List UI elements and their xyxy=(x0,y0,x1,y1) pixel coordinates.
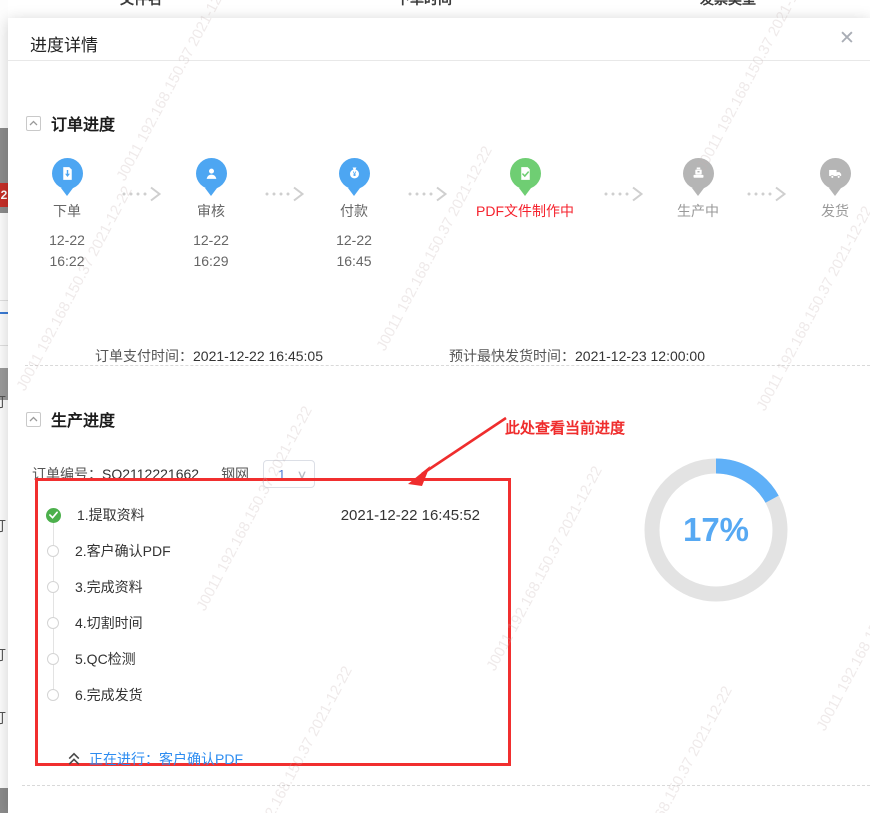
dashed-arrow-icon xyxy=(406,184,450,204)
user-icon xyxy=(196,158,227,189)
close-icon[interactable]: ✕ xyxy=(836,28,858,50)
step-label: 发货 xyxy=(765,201,870,221)
money-bag-icon: ¥ xyxy=(339,158,370,189)
production-checklist-box: 1.提取资料 2021-12-22 16:45:52 2.客户确认PDF 3.完… xyxy=(35,478,511,766)
double-chevron-up-icon[interactable] xyxy=(66,751,82,767)
current-step-row: 正在进行：客户确认PDF xyxy=(66,749,243,769)
collapse-toggle-icon[interactable] xyxy=(26,116,41,131)
production-progress-section-header: 生产进度 xyxy=(26,407,115,431)
machine-icon xyxy=(683,158,714,189)
bg-clipped-char: 订 xyxy=(0,645,8,665)
timeline-step-payment: ¥ 付款 12-2216:45 xyxy=(284,158,424,272)
empty-circle-icon xyxy=(47,581,59,593)
empty-circle-icon xyxy=(47,545,59,557)
timeline-step-place-order: 下单 12-2216:22 xyxy=(0,158,137,272)
progress-donut-chart: 17% xyxy=(636,450,796,610)
payment-time: 订单支付时间：2021-12-22 16:45:05 xyxy=(95,346,323,366)
bg-col-filename: 文件名 xyxy=(120,0,162,9)
bg-blue-line xyxy=(0,312,8,314)
production-step-label: 5.QC检测 xyxy=(75,649,136,669)
dashed-arrow-icon xyxy=(120,184,164,204)
production-step-row: 4.切割时间 xyxy=(38,613,508,633)
step-date: 12-2216:45 xyxy=(284,230,424,272)
production-step-label: 6.完成发货 xyxy=(75,685,143,705)
truck-icon xyxy=(820,158,851,189)
step-label: 生产中 xyxy=(628,201,768,221)
collapse-toggle-icon[interactable] xyxy=(26,412,41,427)
production-step-label: 3.完成资料 xyxy=(75,577,143,597)
production-step-label: 2.客户确认PDF xyxy=(75,541,171,561)
modal-title: 进度详情 xyxy=(30,31,98,56)
dashed-arrow-icon xyxy=(745,184,789,204)
step-date: 12-2216:29 xyxy=(141,230,281,272)
production-step-label: 4.切割时间 xyxy=(75,613,143,633)
step-label: 下单 xyxy=(0,201,137,221)
document-download-icon xyxy=(52,158,83,189)
section-title-order: 订单进度 xyxy=(51,111,115,135)
bg-clipped-char: 订 xyxy=(0,516,8,536)
step-label: PDF文件制作中 xyxy=(455,201,595,221)
order-progress-section-header: 订单进度 xyxy=(26,111,115,135)
timeline-step-pdf-making: PDF文件制作中 xyxy=(455,158,595,221)
background-table-header: 文件名 下单时间 发票类型 xyxy=(8,0,870,18)
progress-detail-modal: 进度详情 ✕ 订单进度 下单 12-2216:22 审核 xyxy=(8,18,870,813)
bottom-divider xyxy=(22,785,870,786)
production-step-row: 5.QC检测 xyxy=(38,649,508,669)
page-background: 文件名 下单时间 发票类型 2 订 订 订 订 进度详情 ✕ 订单进度 xyxy=(0,0,870,813)
check-circle-icon xyxy=(46,508,61,523)
annotation-arrow xyxy=(400,410,520,500)
bg-gray-block-bottom xyxy=(0,788,8,813)
production-step-row: 1.提取资料 2021-12-22 16:45:52 xyxy=(38,505,508,525)
production-step-row: 6.完成发货 xyxy=(38,685,508,705)
empty-circle-icon xyxy=(47,653,59,665)
bg-clipped-char: 订 xyxy=(0,708,8,728)
bg-col-invoicetype: 发票类型 xyxy=(700,0,756,9)
current-step-label: 正在进行：客户确认PDF xyxy=(89,749,243,769)
background-left-strip: 2 订 订 订 订 xyxy=(0,0,8,813)
empty-circle-icon xyxy=(47,617,59,629)
shipping-time: 预计最快发货时间：2021-12-23 12:00:00 xyxy=(449,346,705,366)
step-label: 付款 xyxy=(284,201,424,221)
production-step-row: 2.客户确认PDF xyxy=(38,541,508,561)
production-step-time: 2021-12-22 16:45:52 xyxy=(341,507,480,524)
step-date: 12-2216:22 xyxy=(0,230,137,272)
bg-col-ordertime: 下单时间 xyxy=(396,0,452,9)
section-title-production: 生产进度 xyxy=(51,407,115,431)
document-check-icon xyxy=(510,158,541,189)
annotation-text: 此处查看当前进度 xyxy=(505,417,625,438)
production-step-label: 1.提取资料 xyxy=(77,505,145,525)
section-divider xyxy=(25,365,870,366)
empty-circle-icon xyxy=(47,689,59,701)
donut-percent-label: 17% xyxy=(636,450,796,610)
dashed-arrow-icon xyxy=(602,184,646,204)
timeline-step-review: 审核 12-2216:29 xyxy=(141,158,281,272)
bg-clipped-char: 订 xyxy=(0,392,8,412)
dashed-arrow-icon xyxy=(263,184,307,204)
step-label: 审核 xyxy=(141,201,281,221)
production-step-list: 1.提取资料 2021-12-22 16:45:52 2.客户确认PDF 3.完… xyxy=(38,481,508,763)
header-divider xyxy=(8,60,870,61)
production-step-row: 3.完成资料 xyxy=(38,577,508,597)
